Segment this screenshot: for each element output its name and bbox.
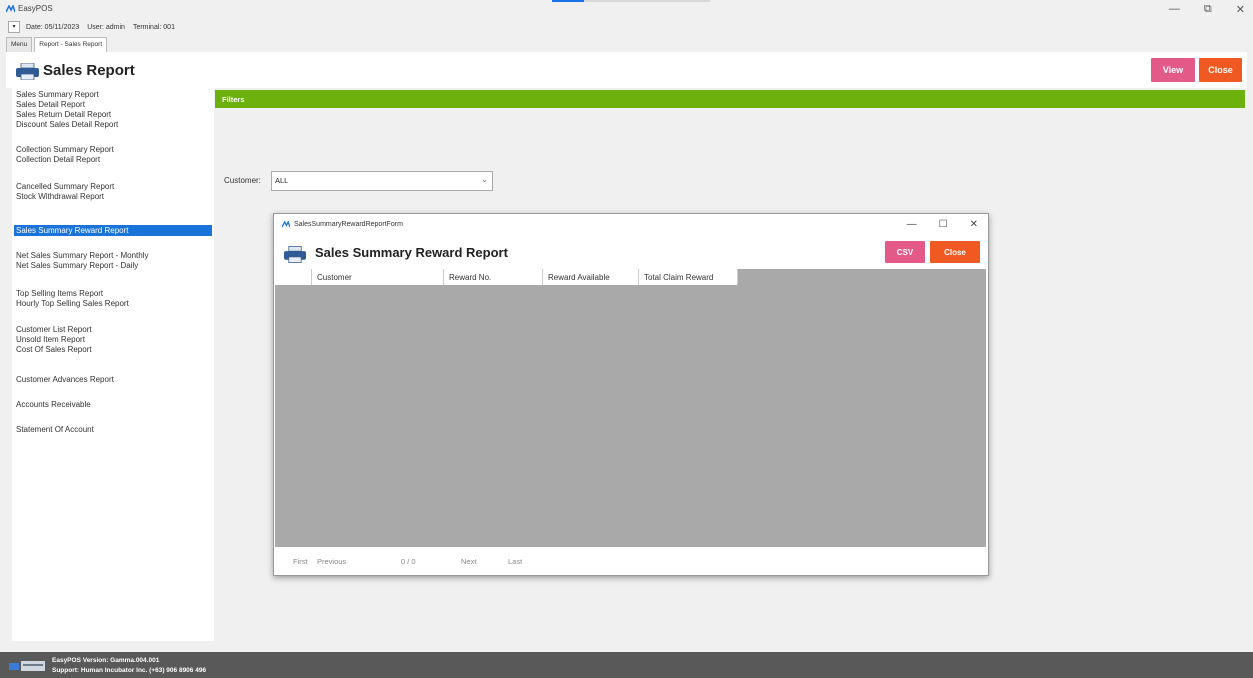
- sidebar-item-cancelled-summary[interactable]: Cancelled Summary Report: [16, 182, 114, 191]
- company-logo-icon: [9, 661, 45, 671]
- dialog-titlebar: SalesSummaryRewardReportForm: [282, 221, 403, 228]
- tab-menu[interactable]: Menu: [6, 37, 33, 52]
- sidebar-item-top-selling-items[interactable]: Top Selling Items Report: [16, 289, 103, 298]
- close-button[interactable]: Close: [1199, 58, 1242, 82]
- sidebar-item-cost-of-sales[interactable]: Cost Of Sales Report: [16, 345, 92, 354]
- app-title: EasyPOS: [6, 4, 53, 13]
- support-text: Support: Human Incubator Inc. (+63) 906 …: [52, 667, 207, 674]
- progress-fill: [552, 0, 584, 2]
- sidebar-item-statement-of-account[interactable]: Statement Of Account: [16, 425, 94, 434]
- view-button[interactable]: View: [1151, 58, 1195, 82]
- sidebar-item-sales-summary-reward[interactable]: Sales Summary Reward Report: [14, 225, 212, 236]
- sidebar-item-customer-list[interactable]: Customer List Report: [16, 325, 92, 334]
- first-page-button[interactable]: First: [293, 557, 308, 566]
- session-date: Date: 05/11/2023: [26, 23, 80, 31]
- restore-window-icon[interactable]: ⧉: [1204, 3, 1212, 16]
- sidebar-item-customer-advances[interactable]: Customer Advances Report: [16, 375, 114, 384]
- customer-select-value: ALL: [275, 176, 289, 185]
- next-page-button[interactable]: Next: [461, 557, 476, 566]
- printer-icon: [16, 63, 39, 80]
- close-window-icon[interactable]: ✕: [1236, 3, 1245, 16]
- pagination: First Previous 0 / 0 Next Last: [274, 548, 986, 574]
- dialog-heading: Sales Summary Reward Report: [315, 245, 508, 260]
- title-bar: EasyPOS — ⧉ ✕: [0, 0, 1253, 18]
- session-info-bar: ▾ Date: 05/11/2023 User: admin Terminal:…: [0, 18, 1253, 36]
- customer-select[interactable]: ALL ⌄: [271, 171, 493, 191]
- csv-button[interactable]: CSV: [885, 241, 925, 263]
- sidebar-item-collection-detail[interactable]: Collection Detail Report: [16, 155, 100, 164]
- dialog-close-icon[interactable]: ✕: [970, 219, 978, 230]
- sidebar-item-net-sales-daily[interactable]: Net Sales Summary Report - Daily: [16, 261, 138, 270]
- status-footer: EasyPOS Version: Gamma.004.001 Support: …: [0, 652, 1253, 678]
- loading-progress-bar: [552, 0, 710, 2]
- document-tabs: Menu Report - Sales Report: [0, 37, 108, 52]
- printer-icon: [284, 246, 306, 263]
- app-logo-icon: [6, 4, 15, 12]
- sidebar-item-net-sales-monthly[interactable]: Net Sales Summary Report - Monthly: [16, 251, 149, 260]
- sidebar-item-stock-withdrawal[interactable]: Stock Withdrawal Report: [16, 192, 104, 201]
- column-header-customer[interactable]: Customer: [312, 269, 444, 285]
- chevron-down-icon[interactable]: ⌄: [481, 175, 488, 184]
- session-user: User: admin: [87, 23, 125, 31]
- column-header-reward-available[interactable]: Reward Available: [543, 269, 639, 285]
- version-text: EasyPOS Version: Gamma.004.001: [52, 657, 160, 664]
- column-header-reward-no[interactable]: Reward No.: [444, 269, 543, 285]
- app-title-text: EasyPOS: [18, 4, 53, 13]
- sidebar-item-sales-detail[interactable]: Sales Detail Report: [16, 100, 85, 109]
- minimize-window-icon[interactable]: —: [1169, 3, 1180, 16]
- report-sidebar: Sales Summary Report Sales Detail Report…: [12, 88, 214, 641]
- sidebar-item-sales-summary[interactable]: Sales Summary Report: [16, 90, 99, 99]
- sidebar-item-collection-summary[interactable]: Collection Summary Report: [16, 145, 114, 154]
- sidebar-item-hourly-top-selling[interactable]: Hourly Top Selling Sales Report: [16, 299, 129, 308]
- page-indicator: 0 / 0: [401, 557, 416, 566]
- sidebar-item-sales-return-detail[interactable]: Sales Return Detail Report: [16, 110, 111, 119]
- column-header-total-claim-reward[interactable]: Total Claim Reward: [639, 269, 738, 285]
- page-title: Sales Report: [43, 62, 135, 79]
- sidebar-item-discount-sales-detail[interactable]: Discount Sales Detail Report: [16, 120, 118, 129]
- filters-label: Filters: [222, 95, 245, 104]
- session-dropdown-button[interactable]: ▾: [8, 21, 20, 33]
- dialog-maximize-icon[interactable]: ☐: [939, 219, 948, 230]
- dialog-window-title: SalesSummaryRewardReportForm: [294, 221, 403, 228]
- sales-summary-reward-dialog: SalesSummaryRewardReportForm — ☐ ✕ Sales…: [273, 213, 989, 576]
- customer-label: Customer:: [224, 176, 261, 185]
- sidebar-item-accounts-receivable[interactable]: Accounts Receivable: [16, 400, 91, 409]
- grid-header: Customer Reward No. Reward Available Tot…: [275, 269, 738, 285]
- filters-bar: Filters: [215, 90, 1245, 108]
- row-header-cell: [275, 269, 312, 285]
- page-header: Sales Report View Close: [6, 52, 1247, 88]
- app-logo-icon: [282, 221, 290, 228]
- sidebar-item-unsold-item[interactable]: Unsold Item Report: [16, 335, 85, 344]
- dialog-minimize-icon[interactable]: —: [907, 219, 917, 230]
- dialog-close-button[interactable]: Close: [930, 241, 980, 263]
- session-terminal: Terminal: 001: [132, 23, 175, 31]
- reward-report-grid[interactable]: Customer Reward No. Reward Available Tot…: [275, 269, 986, 547]
- tab-sales-report[interactable]: Report - Sales Report: [34, 37, 108, 52]
- last-page-button[interactable]: Last: [508, 557, 522, 566]
- previous-page-button[interactable]: Previous: [317, 557, 346, 566]
